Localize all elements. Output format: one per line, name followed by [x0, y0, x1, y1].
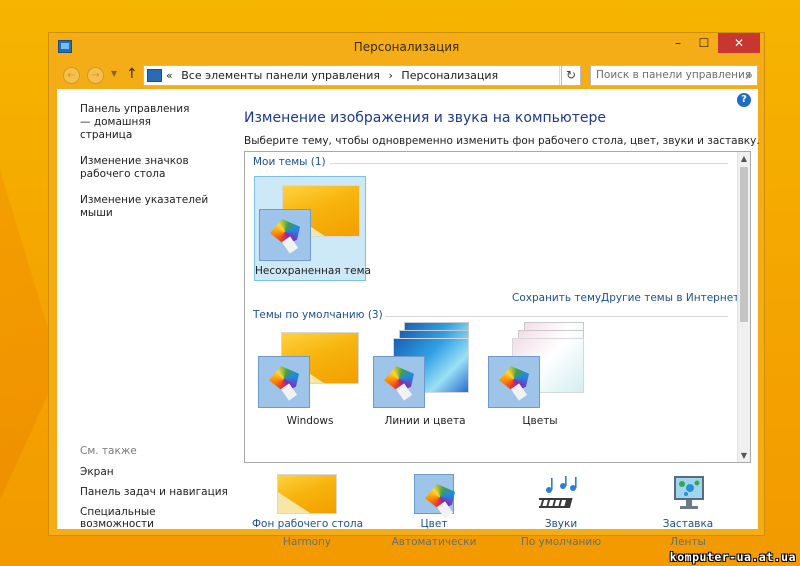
control-panel-home-link[interactable]: Панель управления — домашняя страница [80, 103, 200, 142]
sounds-setting[interactable]: Звуки По умолчанию [506, 474, 616, 548]
desktop-background-setting[interactable]: Фон рабочего стола Harmony [252, 474, 363, 548]
themes-scrollbar[interactable]: ▲ ▼ [737, 152, 750, 462]
color-palette-icon [258, 356, 310, 408]
title-bar[interactable]: Персонализация – ☐ ✕ [49, 33, 764, 61]
screensaver-label[interactable]: Заставка [633, 518, 743, 530]
display-link[interactable]: Экран [80, 466, 230, 478]
sounds-value: По умолчанию [520, 536, 602, 548]
breadcrumb: « Все элементы панели управления › Персо… [166, 69, 503, 82]
theme-windows[interactable]: Windows [254, 324, 366, 429]
color-palette-icon [259, 209, 311, 261]
desktop-background-icon[interactable] [277, 474, 337, 514]
screensaver-value: Ленты [670, 536, 706, 548]
default-themes-heading: Темы по умолчанию (3) [253, 309, 383, 321]
color-value: Автоматически [391, 536, 477, 548]
refresh-button[interactable]: ↻ [561, 65, 581, 86]
control-panel-icon [147, 69, 162, 82]
personalization-window: Персонализация – ☐ ✕ ← → ▼ ↑ « Все элеме… [48, 32, 765, 548]
back-button[interactable]: ← [63, 67, 80, 84]
group-divider [330, 163, 728, 164]
my-themes-heading: Мои темы (1) [253, 156, 326, 168]
forward-button[interactable]: → [87, 67, 104, 84]
breadcrumb-item-personalization[interactable]: Персонализация [401, 69, 498, 82]
window-title: Персонализация [353, 40, 460, 54]
scroll-up-button[interactable]: ▲ [738, 152, 750, 165]
screensaver-setting[interactable]: Заставка Ленты [633, 474, 743, 548]
more-themes-online-link[interactable]: Другие темы в Интернете [601, 292, 746, 304]
minimize-button[interactable]: – [666, 33, 690, 53]
close-button[interactable]: ✕ [718, 33, 760, 53]
color-palette-icon [488, 356, 540, 408]
change-desktop-icons-link[interactable]: Изменение значков рабочего стола [80, 155, 230, 181]
ease-of-access-link[interactable]: Специальные возможности [80, 506, 230, 530]
desktop-background-value: Harmony [283, 536, 331, 548]
theme-unsaved[interactable]: Несохраненная тема [254, 176, 371, 281]
navigation-bar: ← → ▼ ↑ « Все элементы панели управления… [57, 63, 758, 88]
maximize-button[interactable]: ☐ [692, 33, 716, 53]
page-description: Выберите тему, чтобы одновременно измени… [244, 135, 760, 147]
theme-flowers[interactable]: Цветы [484, 312, 596, 427]
change-mouse-pointers-link[interactable]: Изменение указателей мыши [80, 194, 230, 220]
scroll-thumb[interactable] [740, 167, 748, 322]
color-palette-icon[interactable] [414, 474, 454, 514]
breadcrumb-separator[interactable]: › [389, 69, 393, 82]
search-icon[interactable]: ⌕ [746, 68, 753, 83]
theme-label: Цветы [522, 415, 558, 427]
theme-label: Несохраненная тема [255, 265, 371, 277]
save-theme-link[interactable]: Сохранить тему [512, 292, 601, 304]
screensaver-icon[interactable] [666, 474, 710, 514]
content-area: Панель управления — домашняя страница Из… [57, 89, 760, 548]
search-placeholder: Поиск в панели управления [596, 69, 752, 81]
breadcrumb-item-all-control-panel[interactable]: Все элементы панели управления [181, 69, 380, 82]
sounds-icon[interactable] [533, 474, 583, 514]
theme-label: Линии и цвета [384, 415, 466, 427]
taskbar-navigation-link[interactable]: Панель задач и навигация [80, 486, 230, 498]
site-watermark: komputer-ua.at.ua [669, 550, 796, 564]
see-also-section: См. также Экран Панель задач и навигация… [80, 445, 230, 538]
desktop-background-label[interactable]: Фон рабочего стола [252, 518, 363, 530]
sounds-label[interactable]: Звуки [506, 518, 616, 530]
search-input[interactable]: Поиск в панели управления ⌕ [590, 65, 758, 86]
color-palette-icon [373, 356, 425, 408]
breadcrumb-chevron[interactable]: « [166, 69, 173, 82]
theme-label: Windows [286, 415, 334, 427]
page-title: Изменение изображения и звука на компьют… [244, 110, 606, 126]
see-also-heading: См. также [80, 445, 137, 457]
address-bar[interactable]: « Все элементы панели управления › Персо… [143, 65, 581, 86]
recent-locations-dropdown[interactable]: ▼ [111, 69, 117, 78]
color-label[interactable]: Цвет [379, 518, 489, 530]
help-icon[interactable]: ? [737, 93, 751, 107]
up-button[interactable]: ↑ [126, 66, 138, 82]
scroll-down-button[interactable]: ▼ [738, 449, 750, 462]
themes-list: Мои темы (1) Несохраненная тема Сохранит… [244, 151, 751, 463]
left-navigation-pane: Панель управления — домашняя страница Из… [80, 103, 230, 233]
color-setting[interactable]: Цвет Автоматически [379, 474, 489, 548]
theme-lines-and-colors[interactable]: Линии и цвета [369, 312, 481, 427]
